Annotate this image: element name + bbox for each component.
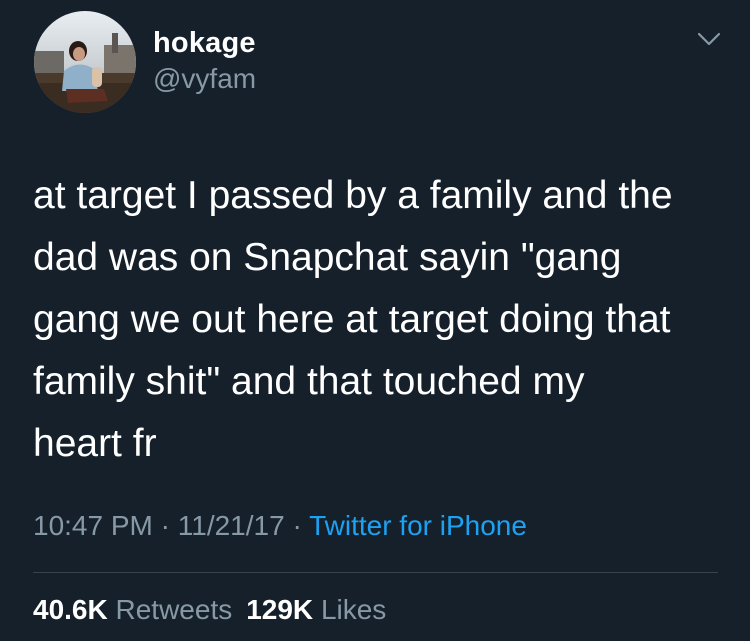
tweet-stats: 40.6K Retweets 129K Likes bbox=[33, 594, 386, 626]
retweets-label: Retweets bbox=[115, 594, 233, 625]
tweet-meta: 10:47 PM · 11/21/17 · Twitter for iPhone bbox=[33, 510, 527, 542]
meta-separator: · bbox=[160, 510, 170, 541]
retweets-stat[interactable]: 40.6K Retweets bbox=[33, 594, 232, 625]
tweet-text: at target I passed by a family and the d… bbox=[33, 174, 673, 465]
likes-stat[interactable]: 129K Likes bbox=[246, 594, 386, 625]
user-display-name[interactable]: hokage bbox=[153, 27, 256, 60]
meta-separator: · bbox=[292, 510, 302, 541]
avatar-photo bbox=[34, 11, 136, 113]
tweet-source-link[interactable]: Twitter for iPhone bbox=[309, 510, 527, 541]
tweet-date[interactable]: 11/21/17 bbox=[178, 510, 285, 541]
retweets-count: 40.6K bbox=[33, 594, 108, 625]
likes-label: Likes bbox=[320, 594, 387, 625]
chevron-down-icon[interactable] bbox=[696, 30, 722, 50]
user-handle[interactable]: @vyfam bbox=[153, 63, 256, 95]
tweet-card: hokage @vyfam at target I passed by a fa… bbox=[0, 0, 750, 641]
tweet-time[interactable]: 10:47 PM bbox=[33, 510, 153, 541]
likes-count: 129K bbox=[246, 594, 314, 625]
avatar[interactable] bbox=[34, 11, 136, 113]
divider bbox=[33, 572, 718, 573]
